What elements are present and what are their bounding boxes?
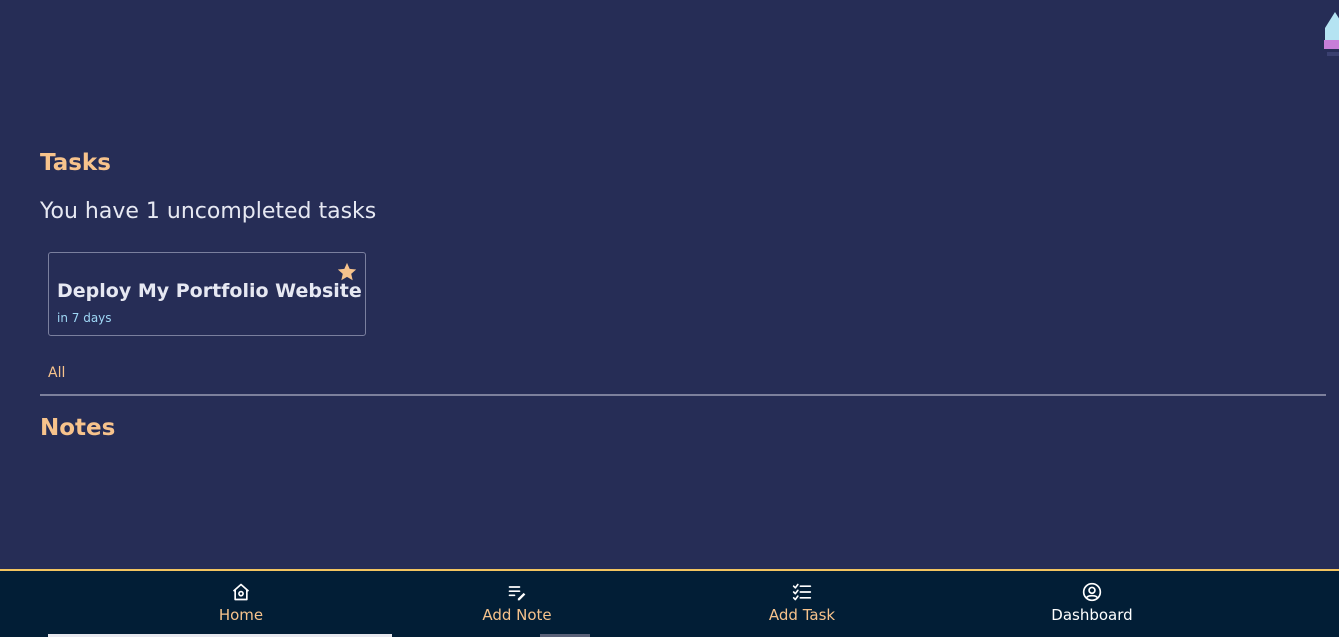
bottom-navigation: Home Add Note Add Task Dashboard bbox=[0, 569, 1339, 637]
checklist-icon bbox=[792, 583, 812, 601]
nav-dashboard-button[interactable]: Dashboard bbox=[1042, 571, 1142, 637]
tasks-summary: You have 1 uncompleted tasks bbox=[40, 199, 377, 224]
pen-nib-logo-icon[interactable] bbox=[1321, 10, 1339, 62]
home-icon bbox=[232, 583, 250, 601]
account-circle-icon bbox=[1082, 582, 1102, 602]
app-page: Tasks You have 1 uncompleted tasks Deplo… bbox=[0, 0, 1339, 637]
tasks-heading: Tasks bbox=[40, 150, 111, 176]
edit-note-icon bbox=[508, 586, 526, 601]
task-card[interactable]: Deploy My Portfolio Website in 7 days bbox=[48, 252, 366, 336]
nav-add-note-button[interactable]: Add Note bbox=[467, 571, 567, 637]
task-due-date: in 7 days bbox=[57, 311, 112, 325]
nav-add-task-button[interactable]: Add Task bbox=[752, 571, 852, 637]
notes-heading: Notes bbox=[40, 415, 116, 441]
nav-add-task-label: Add Task bbox=[768, 606, 836, 624]
section-divider bbox=[40, 394, 1326, 396]
star-icon[interactable] bbox=[336, 261, 358, 283]
nav-dashboard-label: Dashboard bbox=[1051, 606, 1133, 624]
filter-tab-all[interactable]: All bbox=[48, 365, 65, 381]
nav-home-button[interactable]: Home bbox=[201, 571, 281, 637]
task-title: Deploy My Portfolio Website bbox=[57, 280, 362, 302]
nav-home-label: Home bbox=[218, 606, 264, 624]
nav-add-note-label: Add Note bbox=[482, 606, 552, 624]
